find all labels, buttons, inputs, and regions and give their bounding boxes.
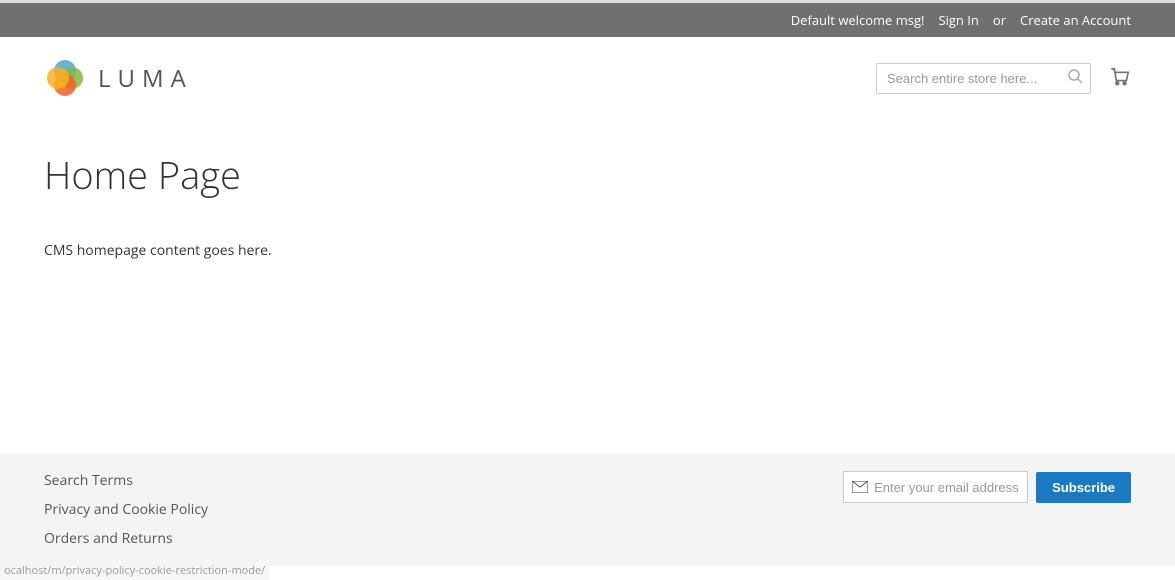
subscribe-button[interactable]: Subscribe [1036,472,1131,503]
logo[interactable]: LUMA [44,57,193,99]
footer-links: Search Terms Privacy and Cookie Policy O… [44,471,208,548]
page-title: Home Page [44,149,1131,201]
newsletter-input[interactable] [868,480,1019,495]
status-bar: ocalhost/m/privacy-policy-cookie-restric… [0,561,269,580]
create-account-link[interactable]: Create an Account [1020,11,1131,29]
search-input[interactable] [876,63,1091,94]
logo-icon [44,57,86,99]
footer-link-search-terms[interactable]: Search Terms [44,471,208,490]
header-main: LUMA [0,37,1175,119]
search-box [876,63,1091,94]
footer-link-orders[interactable]: Orders and Returns [44,529,208,548]
newsletter: Subscribe [843,471,1131,503]
panel-header: Default welcome msg! Sign In or Create a… [0,3,1175,37]
search-icon[interactable] [1067,67,1083,89]
header-right [876,63,1131,94]
newsletter-input-wrap [843,471,1028,503]
cart-icon[interactable] [1109,65,1131,92]
main-content: Home Page CMS homepage content goes here… [0,119,1175,439]
footer-link-privacy[interactable]: Privacy and Cookie Policy [44,500,208,519]
or-separator: or [993,11,1006,29]
sign-in-link[interactable]: Sign In [938,11,978,29]
cms-content: CMS homepage content goes here. [44,241,1131,260]
logo-text: LUMA [98,62,193,95]
welcome-message: Default welcome msg! [791,11,925,29]
footer: Search Terms Privacy and Cookie Policy O… [0,453,1175,566]
envelope-icon [852,476,868,498]
